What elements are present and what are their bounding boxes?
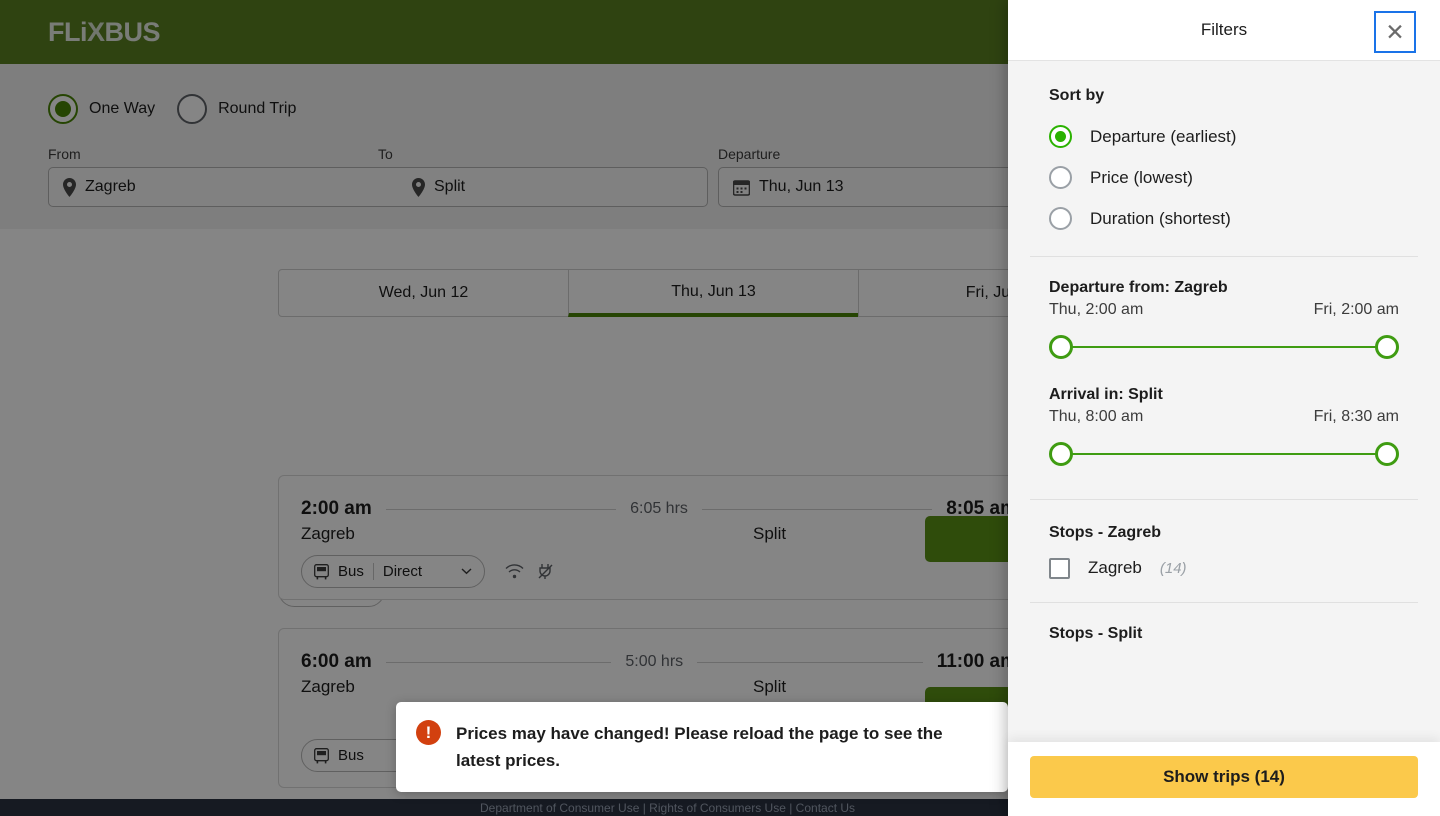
close-icon: ✕ [1385, 21, 1404, 44]
filters-panel-header: Filters ✕ [1008, 0, 1440, 61]
arrival-range-max-label: Fri, 8:30 am [1314, 408, 1399, 426]
arrival-range-min-label: Thu, 8:00 am [1049, 408, 1143, 426]
sort-option-price-label: Price (lowest) [1090, 168, 1193, 188]
price-change-toast: ! Prices may have changed! Please reload… [396, 702, 1008, 792]
close-filters-button[interactable]: ✕ [1374, 11, 1416, 53]
arrival-range-slider[interactable] [1049, 442, 1399, 466]
sort-option-price[interactable]: Price (lowest) [1049, 157, 1399, 198]
departure-range-min-label: Thu, 2:00 am [1049, 301, 1143, 319]
stops-origin-heading: Stops - Zagreb [1049, 524, 1399, 542]
radio-unselected-icon [1049, 207, 1072, 230]
departure-range-max-label: Fri, 2:00 am [1314, 301, 1399, 319]
stop-checkbox-zagreb-count: (14) [1160, 560, 1187, 577]
radio-selected-icon [1049, 125, 1072, 148]
stops-destination-heading: Stops - Split [1049, 625, 1399, 643]
filters-panel: Filters ✕ Sort by Departure (earliest) P… [1008, 0, 1440, 816]
checkbox-unchecked-icon [1049, 558, 1070, 579]
departure-range-slider[interactable] [1049, 335, 1399, 359]
departure-range-section: Departure from: Zagreb Thu, 2:00 am Fri,… [1008, 257, 1440, 359]
slider-handle-max[interactable] [1375, 335, 1399, 359]
sort-by-section: Sort by Departure (earliest) Price (lowe… [1008, 61, 1440, 239]
slider-track [1060, 346, 1388, 348]
slider-handle-min[interactable] [1049, 335, 1073, 359]
filters-panel-title: Filters [1201, 20, 1247, 40]
show-trips-button[interactable]: Show trips (14) [1030, 756, 1418, 798]
filters-panel-footer: Show trips (14) [1008, 742, 1440, 816]
sort-option-duration[interactable]: Duration (shortest) [1049, 198, 1399, 239]
filters-panel-body[interactable]: Sort by Departure (earliest) Price (lowe… [1008, 61, 1440, 742]
arrival-range-labels: Thu, 8:00 am Fri, 8:30 am [1049, 408, 1399, 426]
sort-option-duration-label: Duration (shortest) [1090, 209, 1231, 229]
slider-handle-max[interactable] [1375, 442, 1399, 466]
stops-origin-section: Stops - Zagreb Zagreb (14) [1008, 500, 1440, 588]
sort-by-heading: Sort by [1049, 87, 1399, 105]
radio-unselected-icon [1049, 166, 1072, 189]
price-change-toast-message: Prices may have changed! Please reload t… [456, 720, 988, 774]
arrival-range-heading: Arrival in: Split [1049, 386, 1399, 404]
sort-option-departure-label: Departure (earliest) [1090, 127, 1236, 147]
slider-handle-min[interactable] [1049, 442, 1073, 466]
stop-checkbox-zagreb[interactable]: Zagreb (14) [1049, 548, 1399, 588]
sort-option-departure[interactable]: Departure (earliest) [1049, 116, 1399, 157]
arrival-range-section: Arrival in: Split Thu, 8:00 am Fri, 8:30… [1008, 359, 1440, 466]
departure-range-labels: Thu, 2:00 am Fri, 2:00 am [1049, 301, 1399, 319]
stops-destination-section: Stops - Split [1008, 603, 1440, 643]
stop-checkbox-zagreb-label: Zagreb [1088, 558, 1142, 578]
departure-range-heading: Departure from: Zagreb [1049, 279, 1399, 297]
slider-track [1060, 453, 1388, 455]
error-exclamation-icon: ! [416, 720, 441, 745]
